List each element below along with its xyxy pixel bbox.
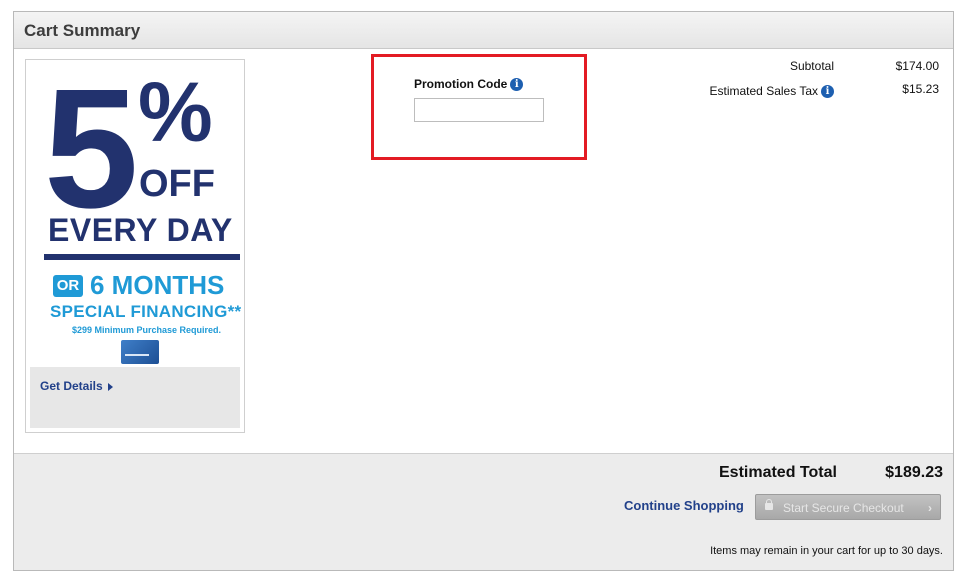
promo-months: 6 MONTHS [90,270,225,300]
caret-right-icon [107,382,113,391]
lock-icon [765,499,773,510]
get-details-label: Get Details [40,379,103,393]
start-secure-checkout-button[interactable]: Start Secure Checkout › [755,494,941,520]
continue-shopping-link[interactable]: Continue Shopping [624,498,744,513]
promo-every-day: EVERY DAY [48,212,233,248]
promo-off-text: OFF [139,163,215,205]
promo-percent-sign: % [138,65,213,159]
promo-divider [44,254,240,260]
promotion-code-label: Promotion Code i [414,77,524,92]
panel-title: Cart Summary [24,21,141,40]
promotion-code-text: Promotion Code [414,77,508,91]
promo-special-financing: SPECIAL FINANCING** [50,302,242,321]
info-icon[interactable]: i [821,85,834,99]
subtotal-label: Subtotal [789,59,834,73]
subtotal-value: $174.00 [895,59,939,73]
promo-or-badge: OR [53,275,83,297]
info-icon[interactable]: i [510,78,524,92]
estimated-total-value: $189.23 [885,464,943,481]
promo-big-number: 5 [44,59,139,244]
promo-minimum-note: $299 Minimum Purchase Required. [72,325,222,335]
cart-footer: Estimated Total $189.23 Continue Shoppin… [14,453,953,570]
estimated-total-label: Estimated Total [719,464,837,481]
sales-tax-label: Estimated Sales Tax [709,84,819,98]
credit-card-image [121,340,159,364]
promo-details-box: Get Details [30,367,240,428]
chevron-right-icon: › [928,501,932,515]
checkout-button-label: Start Secure Checkout [783,501,904,515]
promotion-code-input[interactable] [414,98,544,122]
cart-retention-note: Items may remain in your cart for up to … [710,545,943,557]
panel-header: Cart Summary [14,12,953,49]
get-details-link[interactable]: Get Details [40,379,113,393]
sales-tax-value: $15.23 [902,82,939,96]
cart-summary-panel: Cart Summary 5 % OFF EVERY DAY OR 6 MONT… [13,11,954,571]
promo-banner[interactable]: 5 % OFF EVERY DAY OR 6 MONTHS SPECIAL FI… [25,59,245,433]
sales-tax-row: Estimated Sales Tax i [674,84,834,99]
